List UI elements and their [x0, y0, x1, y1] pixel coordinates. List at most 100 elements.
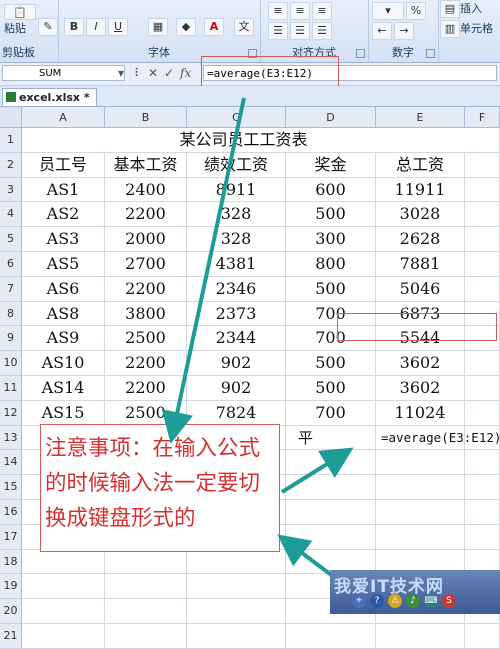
row-header-3[interactable]: 3: [0, 177, 22, 203]
row-header-9[interactable]: 9: [0, 326, 22, 352]
empty-cell[interactable]: [187, 549, 286, 575]
data-cell[interactable]: 3602: [376, 376, 465, 401]
data-cell[interactable]: 2500: [105, 326, 187, 352]
empty-cell[interactable]: [465, 524, 500, 550]
data-cell[interactable]: 300: [286, 227, 376, 252]
column-header-c[interactable]: C: [187, 107, 286, 128]
header-cell[interactable]: 总工资: [376, 152, 465, 178]
data-cell[interactable]: 2200: [105, 276, 187, 302]
row-header-8[interactable]: 8: [0, 301, 22, 327]
italic-icon[interactable]: I: [86, 18, 106, 36]
column-header-d[interactable]: D: [286, 107, 376, 128]
empty-cell[interactable]: [187, 574, 286, 600]
data-cell[interactable]: AS14: [22, 376, 105, 401]
data-cell[interactable]: AS8: [22, 301, 105, 327]
cell-f2[interactable]: [465, 152, 500, 178]
insert-cells-button[interactable]: 插入: [460, 0, 482, 16]
empty-cell[interactable]: [465, 276, 500, 302]
empty-cell[interactable]: [22, 549, 105, 575]
empty-cell[interactable]: [465, 351, 500, 376]
data-cell[interactable]: 2628: [376, 227, 465, 252]
cell-e13[interactable]: =average(E3:E12): [376, 425, 500, 451]
cancel-icon[interactable]: ✕: [148, 66, 158, 80]
data-cell[interactable]: 7824: [187, 400, 286, 426]
column-header-e[interactable]: E: [376, 107, 465, 128]
data-cell[interactable]: 2344: [187, 326, 286, 352]
header-cell[interactable]: 基本工资: [105, 152, 187, 178]
data-cell[interactable]: 700: [286, 400, 376, 426]
security-icon[interactable]: ⚠: [388, 594, 402, 608]
row-header-1[interactable]: 1: [0, 128, 22, 153]
data-cell[interactable]: AS1: [22, 177, 105, 203]
data-cell[interactable]: 2500: [105, 400, 187, 426]
empty-cell[interactable]: [376, 450, 465, 476]
increase-decimal-icon[interactable]: ←: [372, 22, 392, 40]
data-cell[interactable]: 11024: [376, 400, 465, 426]
align-center-icon[interactable]: ☰: [290, 22, 310, 40]
empty-cell[interactable]: [465, 500, 500, 525]
empty-cell[interactable]: [465, 227, 500, 252]
number-format-dropdown[interactable]: ▾: [372, 2, 404, 20]
row-header-19[interactable]: 19: [0, 574, 22, 600]
data-cell[interactable]: 4381: [187, 252, 286, 277]
header-cell[interactable]: 绩效工资: [187, 152, 286, 178]
column-header-a[interactable]: A: [22, 107, 105, 128]
data-cell[interactable]: 3602: [376, 351, 465, 376]
empty-cell[interactable]: [22, 599, 105, 624]
data-cell[interactable]: 800: [286, 252, 376, 277]
row-header-13[interactable]: 13: [0, 425, 22, 451]
row-header-6[interactable]: 6: [0, 252, 22, 277]
cell-format-button[interactable]: 单元格: [460, 20, 493, 36]
paste-button[interactable]: 粘贴: [4, 20, 26, 36]
number-dialog-launcher-icon[interactable]: [426, 49, 435, 58]
data-cell[interactable]: AS6: [22, 276, 105, 302]
empty-cell[interactable]: [465, 202, 500, 228]
empty-cell[interactable]: [286, 500, 376, 525]
empty-cell[interactable]: [286, 624, 376, 649]
row-header-14[interactable]: 14: [0, 450, 22, 476]
empty-cell[interactable]: [465, 624, 500, 649]
data-cell[interactable]: AS3: [22, 227, 105, 252]
data-cell[interactable]: AS2: [22, 202, 105, 228]
empty-cell[interactable]: [22, 574, 105, 600]
formula-input[interactable]: =average(E3:E12): [203, 65, 497, 81]
row-header-21[interactable]: 21: [0, 624, 22, 649]
data-cell[interactable]: 500: [286, 276, 376, 302]
empty-cell[interactable]: [105, 549, 187, 575]
data-cell[interactable]: AS9: [22, 326, 105, 352]
cell-f1[interactable]: [465, 128, 500, 153]
data-cell[interactable]: 500: [286, 376, 376, 401]
data-cell[interactable]: 2200: [105, 376, 187, 401]
data-cell[interactable]: 500: [286, 351, 376, 376]
data-cell[interactable]: 600: [286, 177, 376, 203]
select-all-corner[interactable]: [0, 107, 22, 128]
align-right-icon[interactable]: ☰: [312, 22, 332, 40]
header-cell[interactable]: 员工号: [22, 152, 105, 178]
data-cell[interactable]: 5046: [376, 276, 465, 302]
data-cell[interactable]: 2200: [105, 351, 187, 376]
empty-cell[interactable]: [286, 450, 376, 476]
data-cell[interactable]: 2400: [105, 177, 187, 203]
empty-cell[interactable]: [105, 574, 187, 600]
cell-d13[interactable]: 平: [286, 425, 376, 451]
format-painter-icon[interactable]: ✎: [38, 18, 58, 36]
data-cell[interactable]: 500: [286, 202, 376, 228]
column-header-f[interactable]: F: [465, 107, 500, 128]
row-header-12[interactable]: 12: [0, 400, 22, 426]
data-cell[interactable]: 328: [187, 202, 286, 228]
data-cell[interactable]: 2346: [187, 276, 286, 302]
data-cell[interactable]: 2200: [105, 202, 187, 228]
network-icon[interactable]: ⌖: [352, 594, 366, 608]
header-cell[interactable]: 奖金: [286, 152, 376, 178]
empty-cell[interactable]: [465, 425, 500, 451]
row-header-7[interactable]: 7: [0, 276, 22, 302]
empty-cell[interactable]: [22, 624, 105, 649]
insert-cells-icon[interactable]: ▤: [440, 0, 460, 18]
phonetic-icon[interactable]: 文: [234, 18, 254, 36]
font-color-icon[interactable]: A: [204, 18, 224, 36]
data-cell[interactable]: 11911: [376, 177, 465, 203]
percent-style-button[interactable]: %: [406, 2, 426, 20]
data-cell[interactable]: 3028: [376, 202, 465, 228]
empty-cell[interactable]: [465, 475, 500, 500]
data-cell[interactable]: 902: [187, 351, 286, 376]
